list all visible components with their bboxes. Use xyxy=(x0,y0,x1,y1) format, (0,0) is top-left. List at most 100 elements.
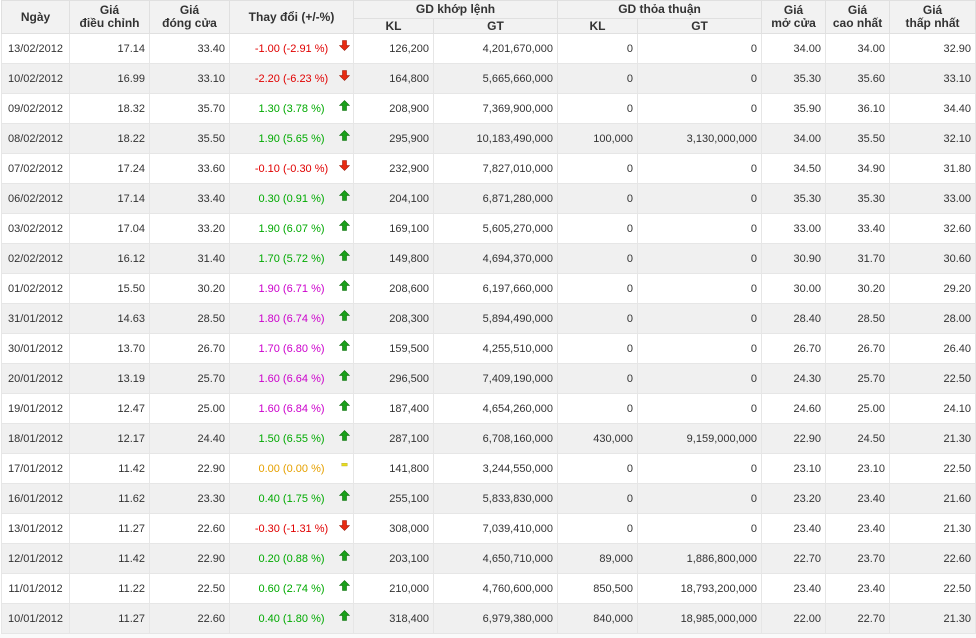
close-price-cell: 22.50 xyxy=(149,573,230,604)
open-price-cell: 34.00 xyxy=(761,33,827,64)
change-value: 0.00 (0.00 %) xyxy=(258,462,325,475)
change-cell: -0.10 (-0.30 %) xyxy=(229,153,354,184)
table-row: 19/01/2012 12.47 25.00 1.60 (6.84 %) 187,400… xyxy=(1,393,976,424)
table-row: 18/01/2012 12.17 24.40 1.50 (6.55 %) 287,100… xyxy=(1,423,976,454)
high-price-cell: 30.20 xyxy=(825,273,891,304)
close-price-cell: 22.60 xyxy=(149,603,230,634)
open-price-cell: 26.70 xyxy=(761,333,827,364)
negotiated-value-cell: 18,985,000,000 xyxy=(637,603,763,634)
matched-value-cell: 4,201,670,000 xyxy=(432,33,559,64)
table-row: 10/02/2012 16.99 33.10 -2.20 (-6.23 %) 164,8… xyxy=(1,63,976,94)
high-price-cell: 36.10 xyxy=(825,93,891,124)
header-open-price: Giá mở cửa xyxy=(761,0,827,34)
high-price-cell: 23.40 xyxy=(825,573,891,604)
negotiated-volume-cell: 89,000 xyxy=(557,543,639,574)
header-date: Ngày xyxy=(1,0,70,34)
negotiated-volume-cell: 0 xyxy=(557,513,639,544)
matched-value-cell: 7,039,410,000 xyxy=(432,513,559,544)
close-price-cell: 33.40 xyxy=(149,33,230,64)
high-price-cell: 22.70 xyxy=(825,603,891,634)
matched-value-cell: 4,760,600,000 xyxy=(432,573,559,604)
adjusted-price-cell: 17.24 xyxy=(69,153,150,184)
high-price-cell: 35.30 xyxy=(825,183,891,214)
header-change: Thay đổi (+/-%) xyxy=(229,0,354,34)
negotiated-value-cell: 0 xyxy=(637,63,763,94)
adjusted-price-cell: 11.22 xyxy=(69,573,150,604)
negotiated-value-cell: 0 xyxy=(637,243,763,274)
matched-volume-cell: 208,600 xyxy=(353,273,434,304)
adjusted-price-cell: 13.70 xyxy=(69,333,150,364)
table-row: 06/02/2012 17.14 33.40 0.30 (0.91 %) 204,100… xyxy=(1,183,976,214)
matched-volume-cell: 149,800 xyxy=(353,243,434,274)
close-price-cell: 33.10 xyxy=(149,63,230,94)
change-cell: 0.60 (2.74 %) xyxy=(229,573,354,604)
date-cell: 09/02/2012 xyxy=(1,93,70,124)
date-cell: 02/02/2012 xyxy=(1,243,70,274)
negotiated-value-cell: 1,886,800,000 xyxy=(637,543,763,574)
open-price-cell: 22.00 xyxy=(761,603,827,634)
change-cell: 0.40 (1.80 %) xyxy=(229,603,354,634)
matched-value-cell: 6,708,160,000 xyxy=(432,423,559,454)
adjusted-price-cell: 16.99 xyxy=(69,63,150,94)
adjusted-price-cell: 13.19 xyxy=(69,363,150,394)
date-cell: 13/02/2012 xyxy=(1,33,70,64)
negotiated-value-cell: 0 xyxy=(637,513,763,544)
negotiated-value-cell: 0 xyxy=(637,33,763,64)
price-history-body: 13/02/2012 17.14 33.40 -1.00 (-2.91 %) 126,2… xyxy=(1,33,976,634)
date-cell: 13/01/2012 xyxy=(1,513,70,544)
adjusted-price-cell: 17.14 xyxy=(69,33,150,64)
change-cell: 0.00 (0.00 %) xyxy=(229,453,354,484)
matched-value-cell: 5,894,490,000 xyxy=(432,303,559,334)
change-value: 1.90 (6.71 %) xyxy=(258,282,325,295)
negotiated-volume-cell: 0 xyxy=(557,153,639,184)
price-history-table: Ngày Giá điều chỉnh Giá đóng cửa Thay đổi … xyxy=(1,0,976,634)
adjusted-price-cell: 11.42 xyxy=(69,453,150,484)
change-value: 1.70 (5.72 %) xyxy=(258,252,325,265)
negotiated-volume-cell: 0 xyxy=(557,363,639,394)
low-price-cell: 22.50 xyxy=(889,363,976,394)
negotiated-volume-cell: 0 xyxy=(557,393,639,424)
open-price-cell: 23.20 xyxy=(761,483,827,514)
high-price-cell: 23.40 xyxy=(825,513,891,544)
matched-value-cell: 6,871,280,000 xyxy=(432,183,559,214)
matched-value-cell: 4,654,260,000 xyxy=(432,393,559,424)
table-row: 01/02/2012 15.50 30.20 1.90 (6.71 %) 208,600… xyxy=(1,273,976,304)
table-row: 03/02/2012 17.04 33.20 1.90 (6.07 %) 169,100… xyxy=(1,213,976,244)
header-low-price: Giá thấp nhất xyxy=(889,0,976,34)
adjusted-price-cell: 15.50 xyxy=(69,273,150,304)
change-cell: 1.70 (6.80 %) xyxy=(229,333,354,364)
date-cell: 10/01/2012 xyxy=(1,603,70,634)
header-matched-volume: KL xyxy=(353,18,434,34)
change-value: 1.90 (5.65 %) xyxy=(258,132,325,145)
matched-value-cell: 7,827,010,000 xyxy=(432,153,559,184)
matched-value-cell: 3,244,550,000 xyxy=(432,453,559,484)
high-price-cell: 23.40 xyxy=(825,483,891,514)
close-price-cell: 25.00 xyxy=(149,393,230,424)
open-price-cell: 23.40 xyxy=(761,513,827,544)
table-row: 13/01/2012 11.27 22.60 -0.30 (-1.31 %) 308,0… xyxy=(1,513,976,544)
negotiated-value-cell: 18,793,200,000 xyxy=(637,573,763,604)
low-price-cell: 22.60 xyxy=(889,543,976,574)
change-value: 1.70 (6.80 %) xyxy=(258,342,325,355)
change-value: 1.80 (6.74 %) xyxy=(258,312,325,325)
close-price-cell: 33.60 xyxy=(149,153,230,184)
matched-volume-cell: 318,400 xyxy=(353,603,434,634)
low-price-cell: 22.50 xyxy=(889,573,976,604)
open-price-cell: 22.70 xyxy=(761,543,827,574)
negotiated-value-cell: 0 xyxy=(637,393,763,424)
header-matched-value: GT xyxy=(432,18,559,34)
change-value: 0.60 (2.74 %) xyxy=(258,582,325,595)
header-matched-trading: GD khớp lệnh xyxy=(352,0,559,19)
table-row: 17/01/2012 11.42 22.90 0.00 (0.00 %) 141,800… xyxy=(1,453,976,484)
change-cell: 1.90 (6.07 %) xyxy=(229,213,354,244)
change-value: 1.60 (6.64 %) xyxy=(258,372,325,385)
matched-volume-cell: 295,900 xyxy=(353,123,434,154)
high-price-cell: 23.10 xyxy=(825,453,891,484)
open-price-cell: 24.30 xyxy=(761,363,827,394)
change-value: -1.00 (-2.91 %) xyxy=(254,42,329,55)
header-negotiated-value: GT xyxy=(637,18,763,34)
close-price-cell: 22.60 xyxy=(149,513,230,544)
open-price-cell: 34.00 xyxy=(761,123,827,154)
date-cell: 07/02/2012 xyxy=(1,153,70,184)
change-cell: 1.70 (5.72 %) xyxy=(229,243,354,274)
